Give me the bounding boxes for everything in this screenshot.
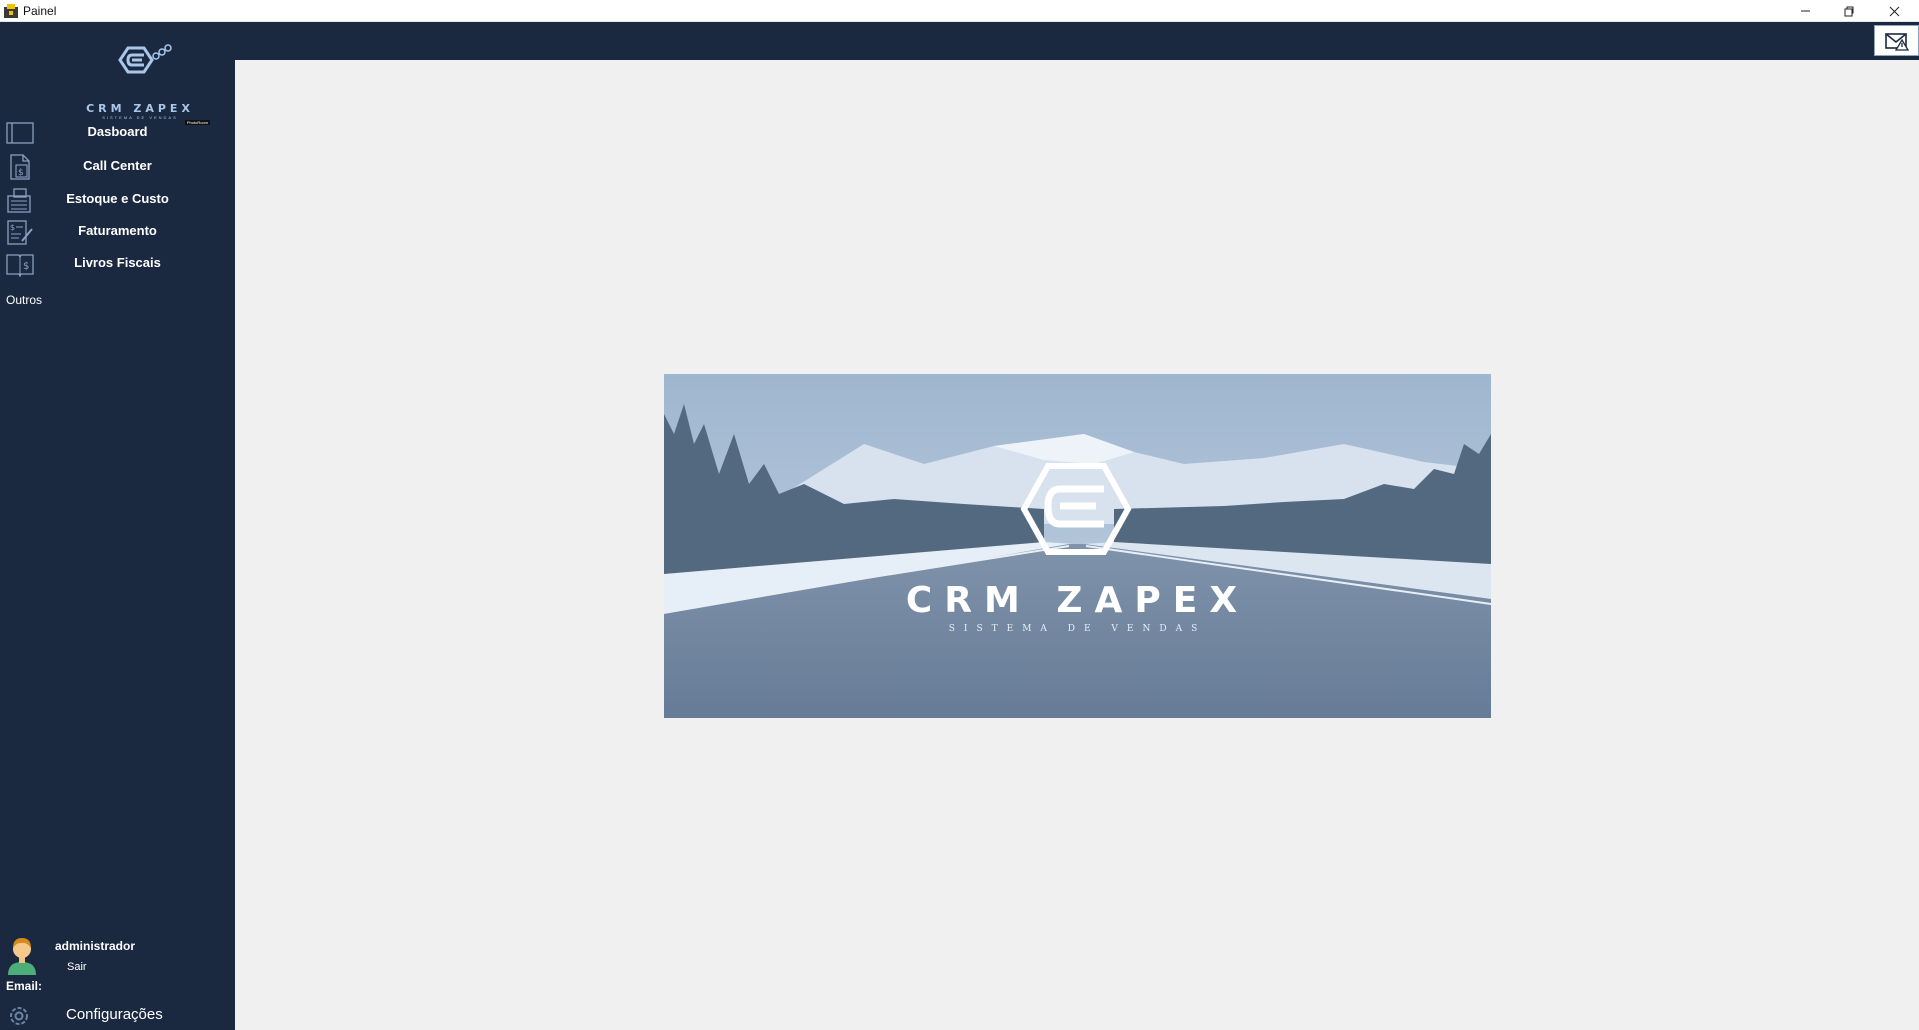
sidebar-item-label: Dasboard [87, 124, 148, 139]
stock-cost-icon [7, 188, 31, 213]
sidebar-item-livros-fiscais[interactable]: $ Livros Fiscais [0, 249, 235, 279]
close-button[interactable] [1872, 0, 1916, 22]
sidebar-item-label: Estoque e Custo [66, 191, 169, 206]
sidebar-item-faturamento[interactable]: $ Faturamento [0, 217, 235, 247]
svg-text:$: $ [23, 261, 29, 272]
dashboard-icon [6, 122, 34, 144]
fiscal-book-icon: $ [6, 254, 34, 277]
sidebar-item-dashboard[interactable]: Dasboard [0, 118, 235, 148]
email-label: Email: [6, 979, 43, 993]
invoice-edit-icon: $ [7, 220, 33, 245]
logo-brand-text: CRM ZAPEX [86, 102, 194, 115]
brand-banner-image: CRM ZAPEX SISTEMA DE VENDAS [664, 374, 1491, 718]
top-bar [235, 22, 1919, 60]
user-avatar-icon [8, 938, 36, 975]
sidebar-item-label: Livros Fiscais [74, 255, 161, 270]
settings-button[interactable]: Configurações [0, 1002, 235, 1030]
minimize-button[interactable] [1783, 0, 1827, 22]
window-title: Painel [23, 4, 57, 18]
sidebar-item-label: Faturamento [78, 223, 157, 238]
banner-brand-text: CRM ZAPEX [905, 580, 1250, 621]
restore-icon [1844, 6, 1854, 17]
sidebar-item-label: Call Center [83, 158, 152, 173]
banner-tagline: SISTEMA DE VENDAS [948, 624, 1207, 634]
app-icon [4, 4, 18, 18]
svg-text:$: $ [10, 223, 15, 232]
sidebar-item-call-center[interactable]: $ Call Center [0, 152, 235, 182]
minimize-icon [1801, 10, 1810, 12]
window-titlebar: Painel [0, 0, 1919, 22]
brand-logo: CRM ZAPEX SISTEMA DE VENDAS PhotoRoom [70, 38, 210, 125]
user-name: administrador [55, 939, 136, 953]
close-icon [1889, 6, 1900, 17]
settings-label: Configurações [66, 1006, 163, 1023]
logo-mark-icon [118, 44, 172, 74]
sidebar: CRM ZAPEX SISTEMA DE VENDAS PhotoRoom Da… [0, 22, 235, 1030]
sidebar-item-estoque-custo[interactable]: Estoque e Custo [0, 185, 235, 215]
document-dollar-icon: $ [10, 154, 30, 180]
section-label-outros[interactable]: Outros [6, 293, 42, 307]
mail-alert-icon [1884, 32, 1909, 51]
svg-text:$: $ [18, 168, 24, 178]
gear-icon [10, 1007, 28, 1025]
logout-link[interactable]: Sair [67, 961, 87, 973]
restore-button[interactable] [1827, 0, 1871, 22]
notification-button[interactable] [1874, 25, 1919, 56]
road-landscape-image [664, 374, 1491, 718]
